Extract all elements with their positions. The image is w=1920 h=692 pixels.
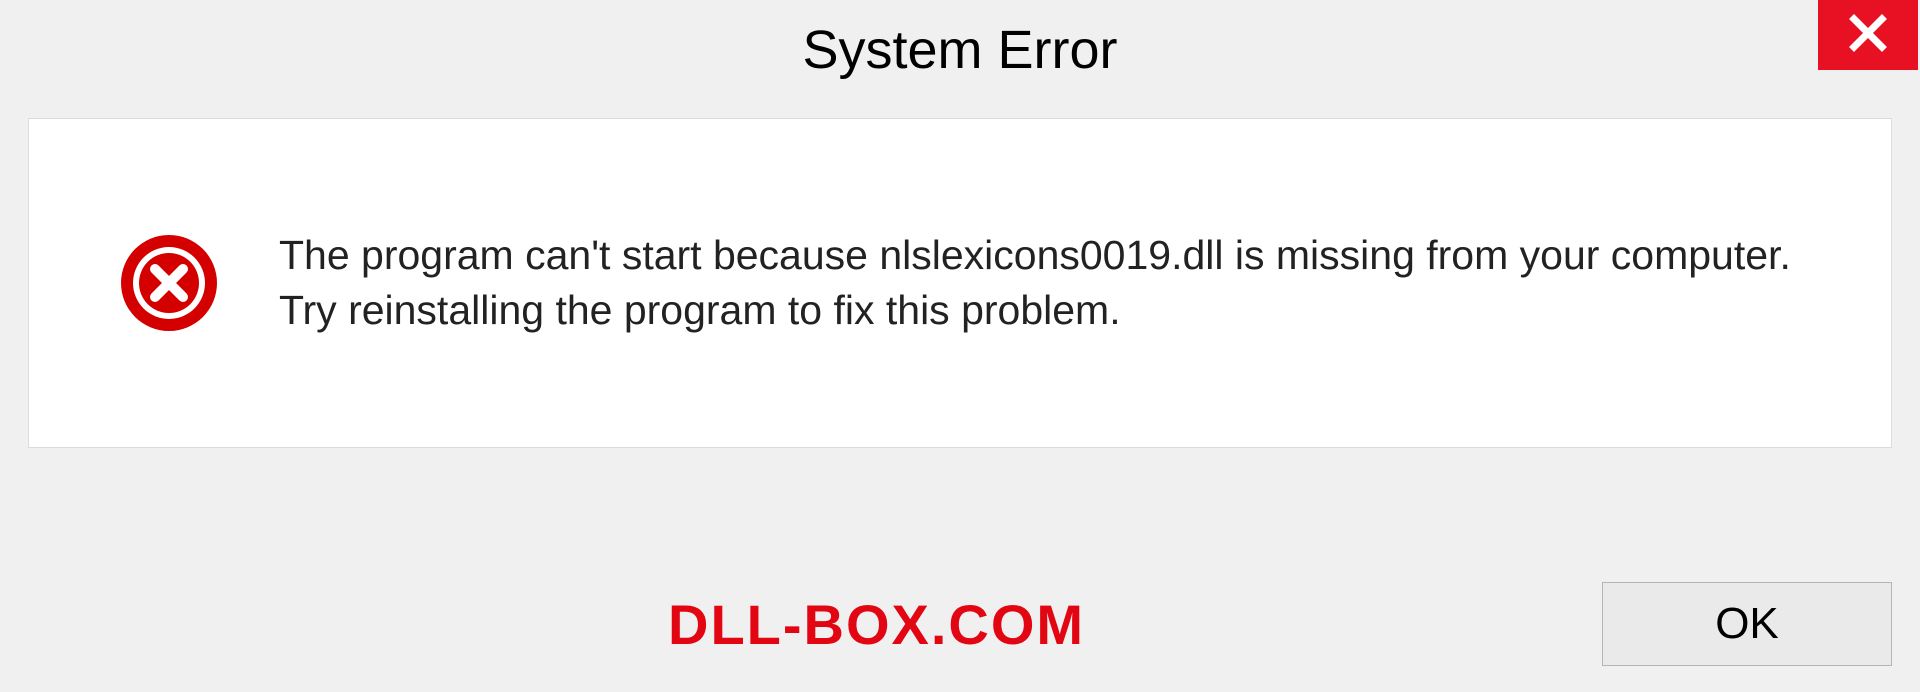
- ok-button[interactable]: OK: [1602, 582, 1892, 666]
- footer: DLL-BOX.COM OK: [28, 582, 1892, 666]
- close-button[interactable]: [1818, 0, 1918, 70]
- content-panel: The program can't start because nlslexic…: [28, 118, 1892, 448]
- dialog-title: System Error: [802, 19, 1117, 81]
- ok-button-label: OK: [1715, 599, 1779, 649]
- error-icon: [119, 233, 219, 333]
- watermark-text: DLL-BOX.COM: [668, 592, 1085, 657]
- titlebar: System Error: [0, 0, 1920, 100]
- error-message: The program can't start because nlslexic…: [279, 228, 1831, 339]
- close-icon: [1848, 13, 1888, 58]
